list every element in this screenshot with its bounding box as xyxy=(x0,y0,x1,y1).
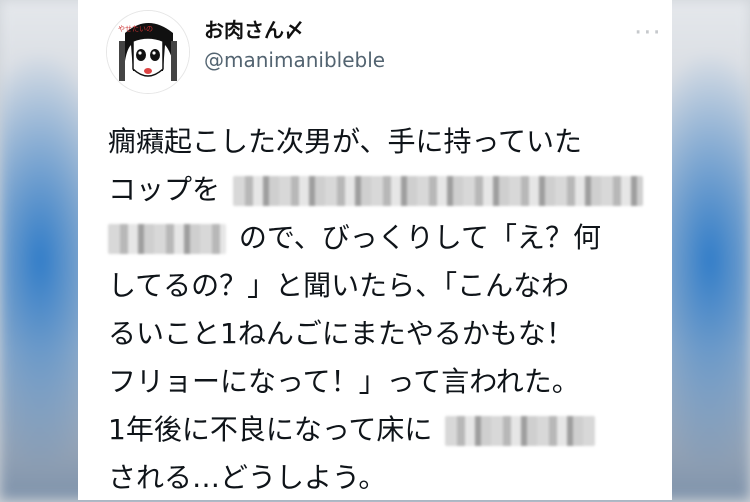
tweet-text-segment: 癇癪起こした次男が、手に持っていた xyxy=(108,125,583,158)
censored-text-block xyxy=(232,176,643,206)
tweet-text-segment: るいこと1ねんごにまたやるかもな！ xyxy=(108,317,574,350)
avatar[interactable]: やせたいの xyxy=(106,10,190,94)
tweet-text: 癇癪起こした次男が、手に持っていた コップを ので、びっくりして「え？何 してる… xyxy=(108,118,668,502)
avatar-illustration-icon: やせたいの xyxy=(107,11,189,93)
censored-text-block xyxy=(445,416,596,446)
tweet-text-segment: フリョーになって！」って言われた。 xyxy=(108,365,580,398)
tweet-line: コップを xyxy=(108,166,668,214)
tweet-text-segment: 1年後に不良になって床に xyxy=(108,413,433,446)
tweet-line: フリョーになって！」って言われた。 xyxy=(108,358,668,406)
display-name[interactable]: お肉さん〆 xyxy=(204,14,304,43)
tweet-line: ので、びっくりして「え？何 xyxy=(108,214,668,262)
tweet-card: やせたいの お肉さん〆 @manimanibleble ··· 癇癪起こした次男… xyxy=(78,0,672,500)
user-handle[interactable]: @manimanibleble xyxy=(204,48,385,72)
tweet-line: 癇癪起こした次男が、手に持っていた xyxy=(108,118,668,166)
tweet-line: される…どうしよう。 xyxy=(108,454,668,502)
tweet-text-segment: してるの？」と聞いたら、「こんなわ xyxy=(108,269,570,302)
tweet-line: してるの？」と聞いたら、「こんなわ xyxy=(108,262,668,310)
censored-text-block xyxy=(108,224,226,254)
tweet-line: 1年後に不良になって床に xyxy=(108,406,668,454)
tweet-line: るいこと1ねんごにまたやるかもな！ xyxy=(108,310,668,358)
more-options-icon[interactable]: ··· xyxy=(634,18,662,48)
tweet-text-segment: される…どうしよう。 xyxy=(108,461,387,494)
tweet-text-segment: ので、びっくりして「え？何 xyxy=(238,221,601,254)
avatar-badge-text: やせたいの xyxy=(118,25,153,33)
tweet-text-segment: コップを xyxy=(108,173,221,206)
